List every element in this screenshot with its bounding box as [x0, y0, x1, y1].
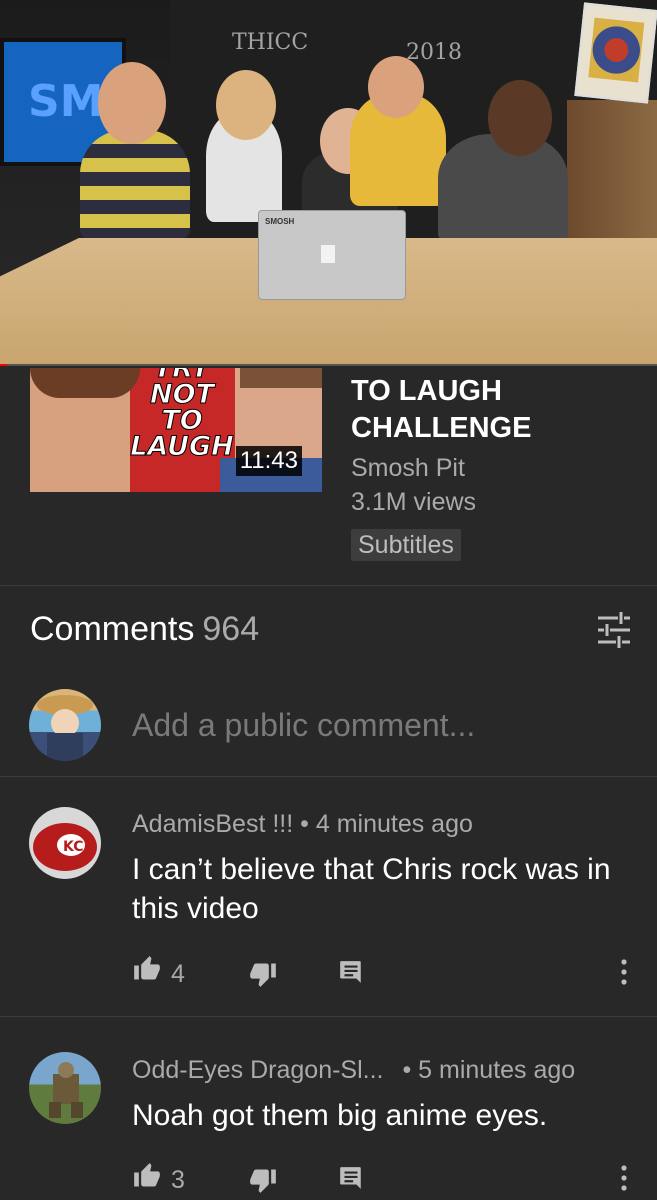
svg-text:KC: KC [63, 839, 84, 855]
commenter-avatar[interactable]: KC [29, 807, 101, 879]
thumb-up-icon[interactable] [132, 955, 162, 988]
thumbnail-title: TRY NOT TO LAUGH [130, 368, 235, 462]
like-count: 3 [171, 1166, 185, 1194]
divider [0, 1016, 657, 1017]
comments-header: Comments 964 [30, 610, 259, 649]
video-player[interactable]: THICC 2018 SMO SMOSH [0, 0, 657, 366]
subtitles-badge: Subtitles [351, 529, 461, 561]
board-text-year: 2018 [406, 40, 462, 65]
person-5-head [488, 80, 552, 156]
video-duration: 11:43 [235, 446, 302, 476]
channel-name[interactable]: Smosh Pit [351, 454, 465, 483]
comment-text: Noah got them big anime eyes. [132, 1099, 548, 1132]
wall-poster [574, 2, 657, 104]
laptop-label: SMOSH [265, 217, 295, 226]
thumb-down-icon[interactable] [248, 960, 278, 993]
meta-separator: • [300, 810, 309, 838]
user-avatar[interactable] [29, 689, 101, 761]
sort-filter-icon[interactable] [594, 610, 634, 650]
view-count: 3.1M views [351, 488, 477, 516]
laptop: SMOSH [258, 210, 406, 300]
commenter-avatar[interactable] [29, 1052, 101, 1124]
thumb-up-icon[interactable] [132, 1162, 162, 1195]
person-1 [80, 130, 190, 240]
comment-meta: AdamisBest !!! • 4 minutes ago [132, 810, 473, 839]
person-1-head [98, 62, 166, 144]
video-title[interactable]: TO LAUGH CHALLENGE [351, 373, 641, 447]
progress-bar[interactable] [0, 364, 657, 366]
thumb-down-icon[interactable] [248, 1166, 278, 1199]
laptop-sticker [321, 245, 335, 263]
divider [0, 776, 657, 777]
more-vertical-icon[interactable] [620, 1164, 628, 1197]
comment-author[interactable]: Odd-Eyes Dragon-Sl... [132, 1056, 384, 1084]
comment-meta: Odd-Eyes Dragon-Sl... • 5 minutes ago [132, 1056, 575, 1085]
meta-separator: • [402, 1056, 412, 1084]
like-count: 4 [171, 960, 185, 988]
more-vertical-icon[interactable] [620, 958, 628, 991]
thumbnail-hair-right [240, 368, 322, 388]
divider [0, 585, 657, 586]
comments-count: 964 [202, 610, 260, 648]
comments-label: Comments [30, 610, 195, 648]
comment-time: 4 minutes ago [315, 810, 473, 838]
video-thumbnail[interactable]: TRY NOT TO LAUGH 11:43 [30, 368, 322, 492]
comment-text: I can’t believe that Chris rock was in t… [132, 853, 611, 925]
person-4-head [368, 56, 424, 118]
progress-fill [0, 364, 7, 366]
reply-comment-icon[interactable] [338, 958, 364, 991]
comment-author[interactable]: AdamisBest !!! [132, 810, 293, 838]
person-2-head [216, 70, 276, 140]
reply-comment-icon[interactable] [338, 1164, 364, 1197]
add-comment-input[interactable]: Add a public comment... [132, 707, 475, 744]
board-text-thicc: THICC [232, 30, 309, 55]
comment-time: 5 minutes ago [418, 1056, 576, 1084]
